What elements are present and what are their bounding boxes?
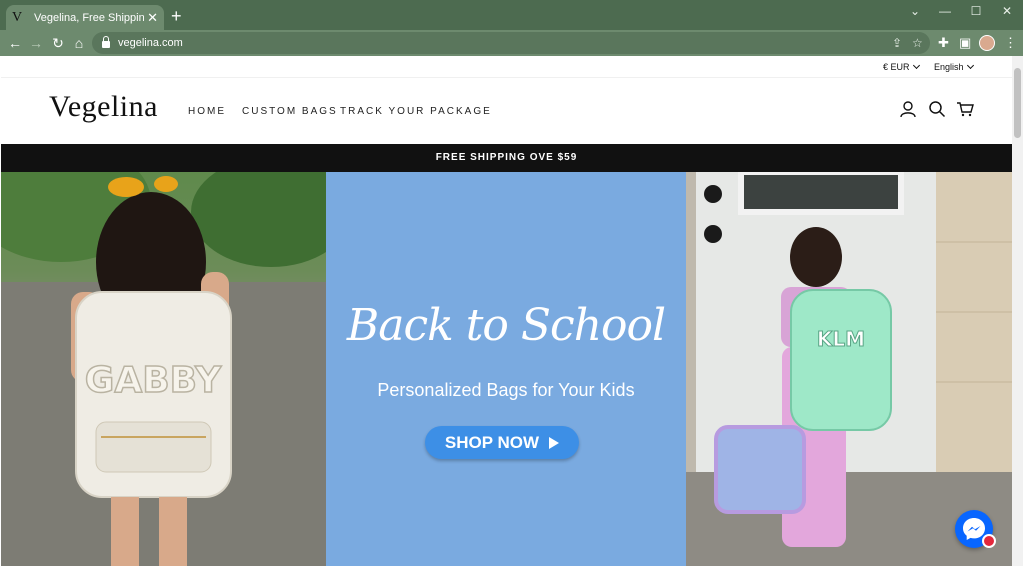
play-arrow-icon <box>549 436 560 449</box>
chevron-down-icon <box>912 61 920 70</box>
star-icon[interactable]: ☆ <box>912 36 923 50</box>
tab-search-icon[interactable]: ⌄ <box>905 4 925 18</box>
back-icon[interactable]: ← <box>6 34 24 52</box>
page-scrollbar[interactable] <box>1012 56 1023 566</box>
hero-photo-right: KLM <box>686 172 1012 566</box>
url-text: vegelina.com <box>118 37 183 49</box>
new-tab-icon[interactable]: + <box>171 7 182 25</box>
cart-icon[interactable] <box>956 100 974 118</box>
hero-banner[interactable]: GABBY Back to School Personalized Bags f… <box>1 172 1012 566</box>
gabby-patch-text: GABBY <box>85 360 222 401</box>
lock-icon <box>102 36 110 48</box>
close-window-icon[interactable]: ✕ <box>997 4 1017 18</box>
maximize-icon[interactable]: ☐ <box>966 4 986 18</box>
kid-at-door-illustration: KLM <box>686 172 1012 566</box>
site-header: Vegelina HOME CUSTOM BAGS TRACK YOUR PAC… <box>1 78 1012 144</box>
favicon-icon: V <box>12 9 23 25</box>
forward-icon[interactable]: → <box>27 34 45 52</box>
shop-now-button[interactable]: SHOP NOW <box>425 426 579 459</box>
reload-icon[interactable]: ↻ <box>49 34 67 52</box>
extensions-icon[interactable]: ✚ <box>938 35 949 51</box>
currency-selector[interactable]: € EUR <box>883 61 920 72</box>
chevron-down-icon <box>966 61 974 70</box>
share-icon[interactable]: ⇪ <box>892 36 902 50</box>
nav-custom-bags[interactable]: CUSTOM BAGS <box>242 106 338 117</box>
minimize-icon[interactable]: — <box>935 4 955 18</box>
girl-backpack-illustration: GABBY <box>1 172 326 566</box>
hero-photo-left: GABBY <box>1 172 326 566</box>
announcement-bar: FREE SHIPPING OVE $59 <box>1 144 1012 172</box>
menu-icon[interactable]: ⋮ <box>1004 35 1017 51</box>
tab-title: Vegelina, Free Shipping ,Keep Mo <box>34 11 144 24</box>
scrollbar-thumb[interactable] <box>1014 68 1021 138</box>
home-icon[interactable]: ⌂ <box>70 34 88 52</box>
browser-tab[interactable]: V Vegelina, Free Shipping ,Keep Mo ✕ <box>6 5 164 30</box>
browser-titlebar: V Vegelina, Free Shipping ,Keep Mo ✕ + ⌄… <box>0 0 1023 30</box>
hero-promo-panel: Back to School Personalized Bags for You… <box>326 172 686 566</box>
profile-avatar[interactable] <box>979 35 995 51</box>
web-page: € EUR English Vegelina HOME CUSTOM BAGS … <box>1 56 1012 566</box>
notification-badge-icon <box>982 534 996 548</box>
address-bar[interactable]: vegelina.com ⇪ ☆ <box>92 32 930 54</box>
utility-bar: € EUR English <box>1 56 1012 78</box>
nav-home[interactable]: HOME <box>188 106 226 117</box>
klm-patch-text: KLM <box>817 327 865 351</box>
hero-subtitle: Personalized Bags for Your Kids <box>377 380 635 400</box>
sidepanel-icon[interactable]: ▣ <box>959 35 971 51</box>
nav-track-package[interactable]: TRACK YOUR PACKAGE <box>340 106 492 117</box>
browser-toolbar: ← → ↻ ⌂ vegelina.com ⇪ ☆ ✚ ▣ ⋮ <box>0 30 1023 56</box>
search-icon[interactable] <box>928 100 946 118</box>
language-selector[interactable]: English <box>934 61 974 72</box>
tab-close-icon[interactable]: ✕ <box>147 11 158 24</box>
site-logo[interactable]: Vegelina <box>49 90 158 124</box>
hero-title: Back to School <box>346 300 666 351</box>
account-icon[interactable] <box>899 100 917 118</box>
